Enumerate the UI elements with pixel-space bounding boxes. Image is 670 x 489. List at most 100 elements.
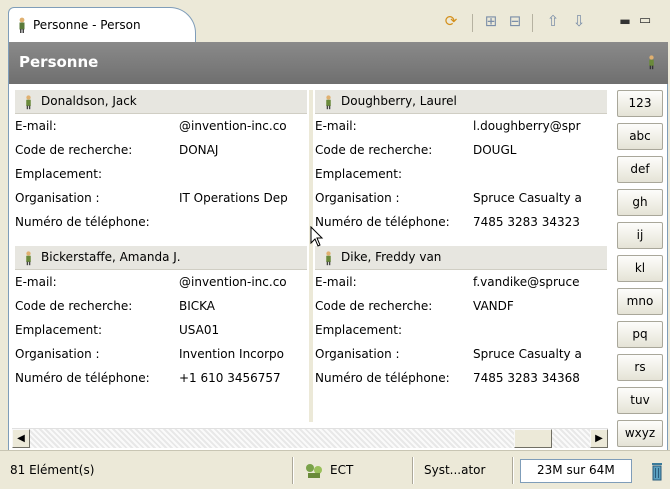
status-bar: 81 Elément(s) ECT Syst...ator 23M sur 64… <box>0 450 670 489</box>
field-label: E-mail: <box>315 119 357 133</box>
field-label: Code de recherche: <box>15 299 133 313</box>
person-name: Doughberry, Laurel <box>341 94 457 108</box>
down-arrow-icon[interactable]: ⇩ <box>570 12 588 30</box>
field-row: Emplacement: <box>15 163 307 187</box>
field-label: Code de recherche: <box>315 143 433 157</box>
field-value: Spruce Casualty a <box>473 191 582 205</box>
field-label: Numéro de téléphone: <box>315 215 450 229</box>
view-header: Personne <box>8 42 668 84</box>
person-icon <box>26 95 31 110</box>
person-card-view: Donaldson, Jack E-mail: @invention-inc.co… <box>8 84 668 450</box>
email-value[interactable]: @invention-inc.co <box>179 119 305 133</box>
field-label: Organisation : <box>15 191 100 205</box>
field-value: Spruce Casualty a <box>473 347 582 361</box>
field-label: Code de recherche: <box>15 143 133 157</box>
field-label: Numéro de téléphone: <box>15 371 150 385</box>
collapse-all-icon[interactable]: ⊟ <box>506 12 524 30</box>
index-button-gh[interactable]: gh <box>617 189 663 216</box>
field-value: DONAJ <box>179 143 219 157</box>
expand-all-icon[interactable]: ⊞ <box>482 12 500 30</box>
memory-indicator: 23M sur 64M <box>520 459 632 483</box>
index-button-rs[interactable]: rs <box>617 354 663 381</box>
status-divider <box>412 457 414 484</box>
up-arrow-icon[interactable]: ⇧ <box>544 12 562 30</box>
card-header: Bickerstaffe, Amanda J. <box>15 246 307 270</box>
person-card[interactable]: Dike, Freddy van E-mail: f.vandike@spruce… <box>315 246 607 400</box>
field-label: Numéro de téléphone: <box>15 215 150 229</box>
person-card[interactable]: Doughberry, Laurel E-mail: l.doughberry@s… <box>315 90 607 244</box>
field-row: Code de recherche: DONAJ <box>15 139 307 163</box>
field-row: Numéro de téléphone: <box>15 211 307 235</box>
location-label: ECT <box>330 463 354 477</box>
memory-text: 23M sur 64M <box>537 463 615 477</box>
index-button-pq[interactable]: pq <box>617 321 663 348</box>
left-arrow-icon: ◀ <box>17 433 25 444</box>
mouse-cursor-icon <box>310 226 324 247</box>
field-row: E-mail: f.vandike@spruce <box>315 271 607 295</box>
field-value: USA01 <box>179 323 220 337</box>
person-card[interactable]: Donaldson, Jack E-mail: @invention-inc.co… <box>15 90 307 244</box>
email-value[interactable]: l.doughberry@spr <box>473 119 599 133</box>
maximize-icon[interactable]: ▭ <box>636 12 654 30</box>
field-label: E-mail: <box>315 275 357 289</box>
view-toolbar: ⟳ ⊞ ⊟ ⇧ ⇩ ▬ ▭ <box>440 12 670 32</box>
index-button-wxyz[interactable]: wxyz <box>617 420 663 447</box>
field-label: Numéro de téléphone: <box>315 371 450 385</box>
user-label: Syst...ator <box>424 463 486 477</box>
person-icon <box>19 17 25 33</box>
field-row: Organisation : IT Operations Dep <box>15 187 307 211</box>
status-divider <box>292 457 294 484</box>
field-value: VANDF <box>473 299 514 313</box>
field-label: Organisation : <box>315 191 400 205</box>
toolbar-divider <box>532 14 533 32</box>
person-icon <box>649 55 654 70</box>
field-row: Numéro de téléphone: 7485 3283 34323 <box>315 211 607 235</box>
editor-tab-bar: Personne - Person ⟳ ⊞ ⊟ ⇧ ⇩ ▬ ▭ <box>0 0 670 42</box>
field-row: Code de recherche: BICKA <box>15 295 307 319</box>
scroll-thumb[interactable] <box>514 429 552 448</box>
scroll-right-button[interactable]: ▶ <box>590 429 608 448</box>
field-row: Organisation : Spruce Casualty a <box>315 187 607 211</box>
index-button-ij[interactable]: ij <box>617 222 663 249</box>
tab-personne-person[interactable]: Personne - Person <box>8 7 196 42</box>
field-label: E-mail: <box>15 275 57 289</box>
email-value[interactable]: f.vandike@spruce <box>473 275 599 289</box>
sync-icon[interactable]: ⟳ <box>442 12 460 30</box>
index-button-def[interactable]: def <box>617 156 663 183</box>
field-row: Code de recherche: DOUGL <box>315 139 607 163</box>
field-label: Organisation : <box>15 347 100 361</box>
field-value: Invention Incorpo <box>179 347 285 361</box>
column-divider <box>309 90 313 422</box>
person-name: Donaldson, Jack <box>41 94 137 108</box>
field-row: Emplacement: <box>315 163 607 187</box>
index-button-tuv[interactable]: tuv <box>617 387 663 414</box>
field-label: Organisation : <box>315 347 400 361</box>
index-button-123[interactable]: 123 <box>617 90 663 117</box>
scroll-left-button[interactable]: ◀ <box>12 429 30 448</box>
horizontal-scrollbar[interactable]: ◀ ▶ <box>12 428 608 448</box>
person-name: Dike, Freddy van <box>341 250 442 264</box>
field-row: Code de recherche: VANDF <box>315 295 607 319</box>
field-label: Emplacement: <box>15 323 102 337</box>
person-name: Bickerstaffe, Amanda J. <box>41 250 181 264</box>
field-row: E-mail: l.doughberry@spr <box>315 115 607 139</box>
page-title: Personne <box>19 53 99 71</box>
index-button-abc[interactable]: abc <box>617 123 663 150</box>
tab-label: Personne - Person <box>33 18 141 32</box>
field-value: +1 610 3456757 <box>179 371 281 385</box>
field-label: E-mail: <box>15 119 57 133</box>
index-button-mno[interactable]: mno <box>617 288 663 315</box>
minimize-icon[interactable]: ▬ <box>616 12 634 30</box>
card-header: Doughberry, Laurel <box>315 90 607 114</box>
network-icon <box>306 464 322 478</box>
trash-icon[interactable] <box>650 460 664 482</box>
field-label: Emplacement: <box>15 167 102 181</box>
field-row: E-mail: @invention-inc.co <box>15 115 307 139</box>
index-button-kl[interactable]: kl <box>617 255 663 282</box>
field-value: 7485 3283 34323 <box>473 215 580 229</box>
person-card[interactable]: Bickerstaffe, Amanda J. E-mail: @inventio… <box>15 246 307 400</box>
email-value[interactable]: @invention-inc.co <box>179 275 305 289</box>
field-row: Emplacement: USA01 <box>15 319 307 343</box>
person-icon <box>26 251 31 266</box>
toolbar-divider <box>472 14 473 32</box>
